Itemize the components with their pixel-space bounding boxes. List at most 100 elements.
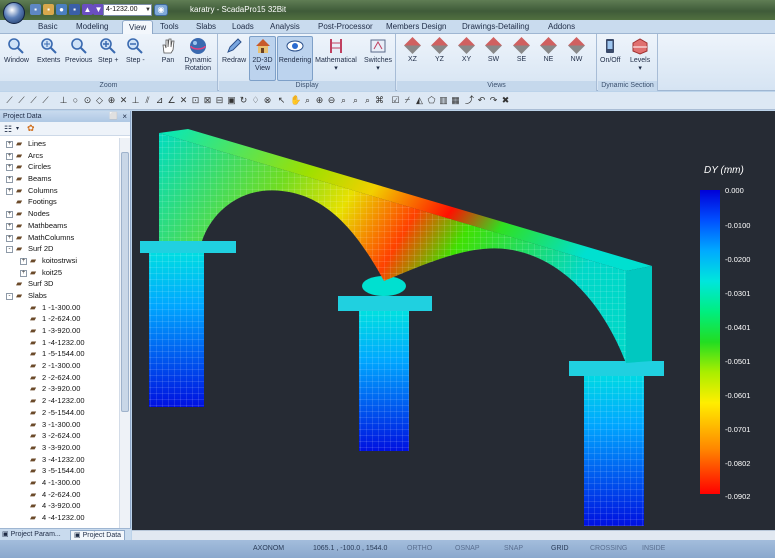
magnifier-icon[interactable]: ⌕ (302, 95, 313, 106)
expand-icon[interactable]: + (20, 257, 27, 265)
tree-item[interactable]: + ▰ Beams (0, 173, 119, 185)
tree-item[interactable]: + ▰ Lines (0, 138, 119, 150)
snap-toggle[interactable]: SNAP (504, 545, 523, 552)
tree-item[interactable]: + ▰ koitostrwsi (0, 255, 119, 267)
expand-icon[interactable]: + (6, 211, 13, 219)
angle-snap-icon[interactable]: ∠ (166, 95, 177, 106)
ortho-toggle[interactable]: ORTHO (407, 545, 432, 552)
pan-tool-icon[interactable]: ⌘ (374, 95, 385, 106)
view-se-button[interactable]: SE (513, 37, 530, 64)
rotate-icon[interactable]: ↻ (238, 95, 249, 106)
zoom-fit-icon[interactable]: ⌕ (362, 95, 373, 106)
switches-button[interactable]: Switches ▾ (362, 37, 394, 73)
view-nw-button[interactable]: NW (568, 37, 585, 64)
tree-item[interactable]: ▰ 3 -3-920.00 (0, 442, 119, 454)
panel-scrollbar[interactable] (119, 138, 130, 536)
near-snap-icon[interactable]: ⊠ (202, 95, 213, 106)
tree-item[interactable]: ▰ 1 -3-920.00 (0, 325, 119, 337)
tree-item[interactable]: ▰ 1 -4-1232.00 (0, 337, 119, 349)
tree-item[interactable]: ▰ Footings (0, 196, 119, 208)
zoom-in-tool-icon[interactable]: ⊕ (314, 95, 325, 106)
tab-tools[interactable]: Tools (160, 22, 179, 31)
expand-icon[interactable]: + (6, 176, 13, 184)
tree-item[interactable]: - ▰ Slabs (0, 290, 119, 302)
tree-item[interactable]: ▰ 2 -4-1232.00 (0, 395, 119, 407)
filter-icon[interactable]: ✿ (27, 123, 35, 134)
hand-tool-icon[interactable]: ✋ (290, 95, 301, 106)
model-viewport[interactable]: DY (mm) 0.000 -0.0100 -0.0200 -0.0301 -0… (132, 111, 775, 540)
tab-project-params[interactable]: ▣ Project Param... (2, 530, 61, 540)
eye-icon[interactable]: ◉ (154, 4, 168, 16)
tree-item[interactable]: ▰ 1 -5-1544.00 (0, 348, 119, 360)
line-tool-icon[interactable]: ⟋ (4, 95, 15, 106)
tree-item[interactable]: ▰ 2 -5-1544.00 (0, 407, 119, 419)
select-line-icon[interactable]: ⌿ (402, 95, 413, 106)
pointer-icon[interactable]: ↖ (276, 95, 287, 106)
tab-post-processor[interactable]: Post-Processor (318, 22, 373, 31)
tab-members-design[interactable]: Members Design (386, 22, 446, 31)
tree-item[interactable]: + ▰ Circles (0, 161, 119, 173)
multi-line-tool-icon[interactable]: ⟋ (40, 95, 51, 106)
select-polygon-icon[interactable]: ⬠ (426, 95, 437, 106)
expand-icon[interactable]: + (6, 152, 13, 160)
expand-icon[interactable]: + (6, 222, 13, 230)
select-area-icon[interactable]: ◭ (414, 95, 425, 106)
pan-button[interactable]: Pan (159, 37, 177, 65)
select-window-icon[interactable]: ▥ (438, 95, 449, 106)
undo-icon[interactable]: ▲ (82, 4, 93, 15)
section-onoff-button[interactable]: On/Off (600, 37, 621, 65)
app-menu-button[interactable] (3, 2, 25, 24)
redo-tool-icon[interactable]: ↷ (488, 95, 499, 106)
delete-object-icon[interactable]: ♢ (250, 95, 261, 106)
dynamic-rotation-button[interactable]: Dynamic Rotation (180, 37, 216, 73)
undo-tool-icon[interactable]: ↶ (476, 95, 487, 106)
tree-item[interactable]: ▰ 2 -1-300.00 (0, 360, 119, 372)
tree-item[interactable]: + ▰ koit25 (0, 267, 119, 279)
tree-item[interactable]: + ▰ Arcs (0, 150, 119, 162)
clear-icon[interactable]: ⊗ (262, 95, 273, 106)
view-xy-button[interactable]: XY (458, 37, 475, 64)
zoom-out-tool-icon[interactable]: ⊖ (326, 95, 337, 106)
tree-item[interactable]: + ▰ Nodes (0, 208, 119, 220)
cancel-icon[interactable]: ✖ (500, 95, 511, 106)
tree-item[interactable]: ▰ 3 -4-1232.00 (0, 454, 119, 466)
tree-item[interactable]: + ▰ MathColumns (0, 232, 119, 244)
mathematical-button[interactable]: Mathematical ▾ (315, 37, 357, 73)
tab-slabs[interactable]: Slabs (196, 22, 216, 31)
tree-item[interactable]: ▰ 4 -4-1232.00 (0, 512, 119, 524)
chevron-down-icon[interactable]: ▼ (145, 4, 152, 16)
circle-snap-icon[interactable]: ○ (70, 95, 81, 106)
midpoint-snap-icon[interactable]: ⊟ (214, 95, 225, 106)
tree-item[interactable]: ▰ 3 -2-624.00 (0, 430, 119, 442)
open-icon[interactable]: ▪ (43, 4, 54, 15)
center-snap-icon[interactable]: ⊙ (82, 95, 93, 106)
ortho-line-tool-icon[interactable]: ⟋ (28, 95, 39, 106)
collapse-icon[interactable]: - (6, 292, 13, 300)
tree-item[interactable]: + ▰ Columns (0, 185, 119, 197)
tree-item[interactable]: ▰ 3 -1-300.00 (0, 419, 119, 431)
rendering-button[interactable]: Rendering (277, 36, 313, 81)
check-icon[interactable]: ☑ (390, 95, 401, 106)
zoom-previous-button[interactable]: Previous (65, 37, 92, 65)
tangent-snap-icon[interactable]: ⊥ (130, 95, 141, 106)
expand-icon[interactable]: + (20, 269, 27, 277)
tree-item[interactable]: ▰ 3 -5-1544.00 (0, 465, 119, 477)
tree-view-icon[interactable]: ☷ (4, 124, 12, 135)
node-snap-icon[interactable]: ⊕ (106, 95, 117, 106)
arc-up-icon[interactable]: ⤴ (464, 95, 475, 106)
tree-item[interactable]: ▰ 1 -2-624.00 (0, 313, 119, 325)
view-xz-button[interactable]: XZ (404, 37, 421, 64)
zoom-extents-button[interactable]: Extents (37, 37, 60, 65)
tree-item[interactable]: - ▰ Surf 2D (0, 243, 119, 255)
tree-item[interactable]: ▰ 2 -3-920.00 (0, 383, 119, 395)
perpendicular-icon[interactable]: ⊥ (58, 95, 69, 106)
diamond-snap-icon[interactable]: ◇ (94, 95, 105, 106)
view-yz-button[interactable]: YZ (431, 37, 448, 64)
tree-item[interactable]: + ▰ Mathbeams (0, 220, 119, 232)
tree-item[interactable]: ▰ 1 -1-300.00 (0, 302, 119, 314)
expand-icon[interactable]: + (6, 234, 13, 242)
extend-snap-icon[interactable]: ⊿ (154, 95, 165, 106)
expand-icon[interactable]: + (6, 141, 13, 148)
view-sw-button[interactable]: SW (485, 37, 502, 64)
polyline-tool-icon[interactable]: ⟋ (16, 95, 27, 106)
